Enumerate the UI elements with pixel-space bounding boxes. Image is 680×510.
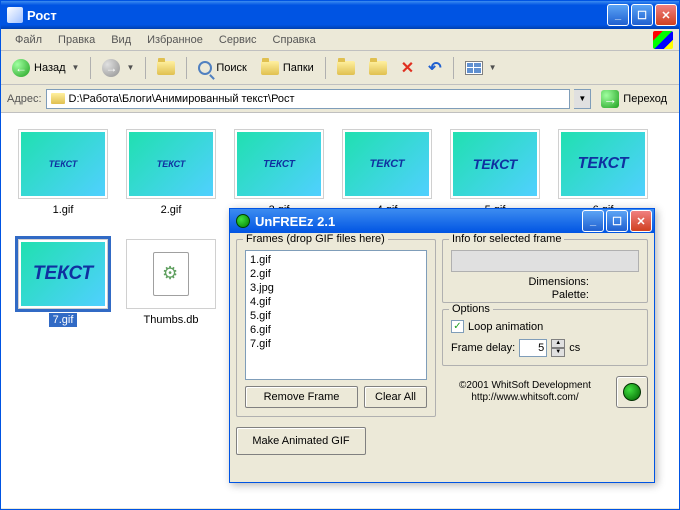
folders-icon xyxy=(261,61,279,75)
dimensions-label: Dimensions: xyxy=(451,276,639,289)
unfreez-minimize-button[interactable]: _ xyxy=(582,210,604,232)
views-icon xyxy=(465,61,483,75)
chevron-down-icon: ▼ xyxy=(126,63,134,72)
palette-label: Palette: xyxy=(451,289,639,302)
search-button[interactable]: Поиск xyxy=(193,55,251,81)
unfreez-close-button[interactable]: ✕ xyxy=(630,210,652,232)
loop-checkbox[interactable]: ✓ xyxy=(451,320,464,333)
go-arrow-icon: → xyxy=(601,90,619,108)
frame-item[interactable]: 6.gif xyxy=(250,323,422,337)
frames-listbox[interactable]: 1.gif2.gif3.jpg4.gif5.gif6.gif7.gif xyxy=(245,250,427,380)
spin-down-button[interactable]: ▼ xyxy=(551,348,565,357)
undo-button[interactable]: ↶ xyxy=(423,55,446,81)
menubar: Файл Правка Вид Избранное Сервис Справка xyxy=(1,29,679,51)
frames-groupbox: Frames (drop GIF files here) 1.gif2.gif3… xyxy=(236,239,436,417)
file-name: Thumbs.db xyxy=(139,313,202,327)
spin-up-button[interactable]: ▲ xyxy=(551,339,565,348)
copy-icon xyxy=(369,61,387,75)
globe-icon xyxy=(623,383,641,401)
chevron-down-icon: ▼ xyxy=(489,63,497,72)
file-name: 2.gif xyxy=(157,203,186,217)
folder-icon xyxy=(51,93,65,104)
chevron-down-icon: ▼ xyxy=(72,63,80,72)
file-item[interactable]: ТЕКСТ 7.gif xyxy=(9,235,117,345)
forward-arrow-icon: → xyxy=(102,59,120,77)
windows-flag-icon xyxy=(653,31,673,49)
make-gif-button[interactable]: Make Animated GIF xyxy=(236,427,366,455)
thumbnail: ТЕКСТ xyxy=(558,129,648,199)
frame-item[interactable]: 7.gif xyxy=(250,337,422,351)
thumbnail: ТЕКСТ xyxy=(234,129,324,199)
thumbnail: ТЕКСТ xyxy=(342,129,432,199)
remove-frame-button[interactable]: Remove Frame xyxy=(245,386,358,408)
menu-help[interactable]: Справка xyxy=(265,32,324,48)
file-item[interactable]: ТЕКСТ 2.gif xyxy=(117,125,225,235)
copy-to-button[interactable] xyxy=(364,55,392,81)
forward-button[interactable]: → ▼ xyxy=(97,55,139,81)
file-item[interactable]: Thumbs.db xyxy=(117,235,225,345)
frame-item[interactable]: 4.gif xyxy=(250,295,422,309)
folder-icon xyxy=(7,7,23,23)
about-button[interactable] xyxy=(616,376,648,408)
copyright-text: ©2001 WhitSoft Development http://www.wh… xyxy=(442,380,608,404)
up-button[interactable] xyxy=(152,55,180,81)
options-label: Options xyxy=(449,303,493,315)
unfreez-window: UnFREEz 2.1 _ ☐ ✕ Frames (drop GIF files… xyxy=(229,208,655,483)
unfreez-title: UnFREEz 2.1 xyxy=(255,214,335,229)
frame-item[interactable]: 1.gif xyxy=(250,253,422,267)
menu-file[interactable]: Файл xyxy=(7,32,50,48)
unfreez-app-icon xyxy=(236,214,250,228)
frame-item[interactable]: 3.jpg xyxy=(250,281,422,295)
folder-up-icon xyxy=(157,61,175,75)
go-button[interactable]: → Переход xyxy=(595,88,673,110)
menu-edit[interactable]: Правка xyxy=(50,32,103,48)
back-button[interactable]: ← Назад ▼ xyxy=(7,55,84,81)
delay-input[interactable] xyxy=(519,339,547,357)
loop-label: Loop animation xyxy=(468,321,543,333)
file-item[interactable]: ТЕКСТ 1.gif xyxy=(9,125,117,235)
db-file-icon xyxy=(153,252,189,296)
file-name: 1.gif xyxy=(49,203,78,217)
address-bar: Адрес: D:\Работа\Блоги\Анимированный тек… xyxy=(1,85,679,113)
delay-label: Frame delay: xyxy=(451,342,515,354)
address-label: Адрес: xyxy=(7,93,42,105)
unfreez-titlebar[interactable]: UnFREEz 2.1 _ ☐ ✕ xyxy=(230,209,654,233)
clear-all-button[interactable]: Clear All xyxy=(364,386,427,408)
frame-item[interactable]: 2.gif xyxy=(250,267,422,281)
move-icon xyxy=(337,61,355,75)
minimize-button[interactable]: _ xyxy=(607,4,629,26)
delay-unit: cs xyxy=(569,342,580,354)
toolbar: ← Назад ▼ → ▼ Поиск Папки ✕ ↶ ▼ xyxy=(1,51,679,85)
explorer-titlebar[interactable]: Рост _ ☐ ✕ xyxy=(1,1,679,29)
thumbnail: ТЕКСТ xyxy=(450,129,540,199)
options-groupbox: Options ✓ Loop animation Frame delay: ▲ … xyxy=(442,309,648,366)
thumbnail: ТЕКСТ xyxy=(18,129,108,199)
back-arrow-icon: ← xyxy=(12,59,30,77)
frame-item[interactable]: 5.gif xyxy=(250,309,422,323)
folders-button[interactable]: Папки xyxy=(256,55,319,81)
file-name: 7.gif xyxy=(49,313,78,327)
thumbnail xyxy=(126,239,216,309)
views-button[interactable]: ▼ xyxy=(460,55,502,81)
maximize-button[interactable]: ☐ xyxy=(631,4,653,26)
frame-preview xyxy=(451,250,639,272)
window-title: Рост xyxy=(27,8,605,23)
search-icon xyxy=(198,61,212,75)
address-dropdown[interactable]: ▼ xyxy=(574,89,591,109)
menu-favorites[interactable]: Избранное xyxy=(139,32,211,48)
thumbnail: ТЕКСТ xyxy=(18,239,108,309)
info-groupbox: Info for selected frame Dimensions: Pale… xyxy=(442,239,648,303)
info-label: Info for selected frame xyxy=(449,233,564,245)
delete-x-icon: ✕ xyxy=(401,58,414,78)
undo-icon: ↶ xyxy=(428,58,441,78)
close-button[interactable]: ✕ xyxy=(655,4,677,26)
menu-view[interactable]: Вид xyxy=(103,32,139,48)
delete-button[interactable]: ✕ xyxy=(396,55,419,81)
thumbnail: ТЕКСТ xyxy=(126,129,216,199)
frames-label: Frames (drop GIF files here) xyxy=(243,233,388,245)
menu-tools[interactable]: Сервис xyxy=(211,32,265,48)
address-input[interactable]: D:\Работа\Блоги\Анимированный текст\Рост xyxy=(46,89,571,109)
move-to-button[interactable] xyxy=(332,55,360,81)
unfreez-maximize-button[interactable]: ☐ xyxy=(606,210,628,232)
